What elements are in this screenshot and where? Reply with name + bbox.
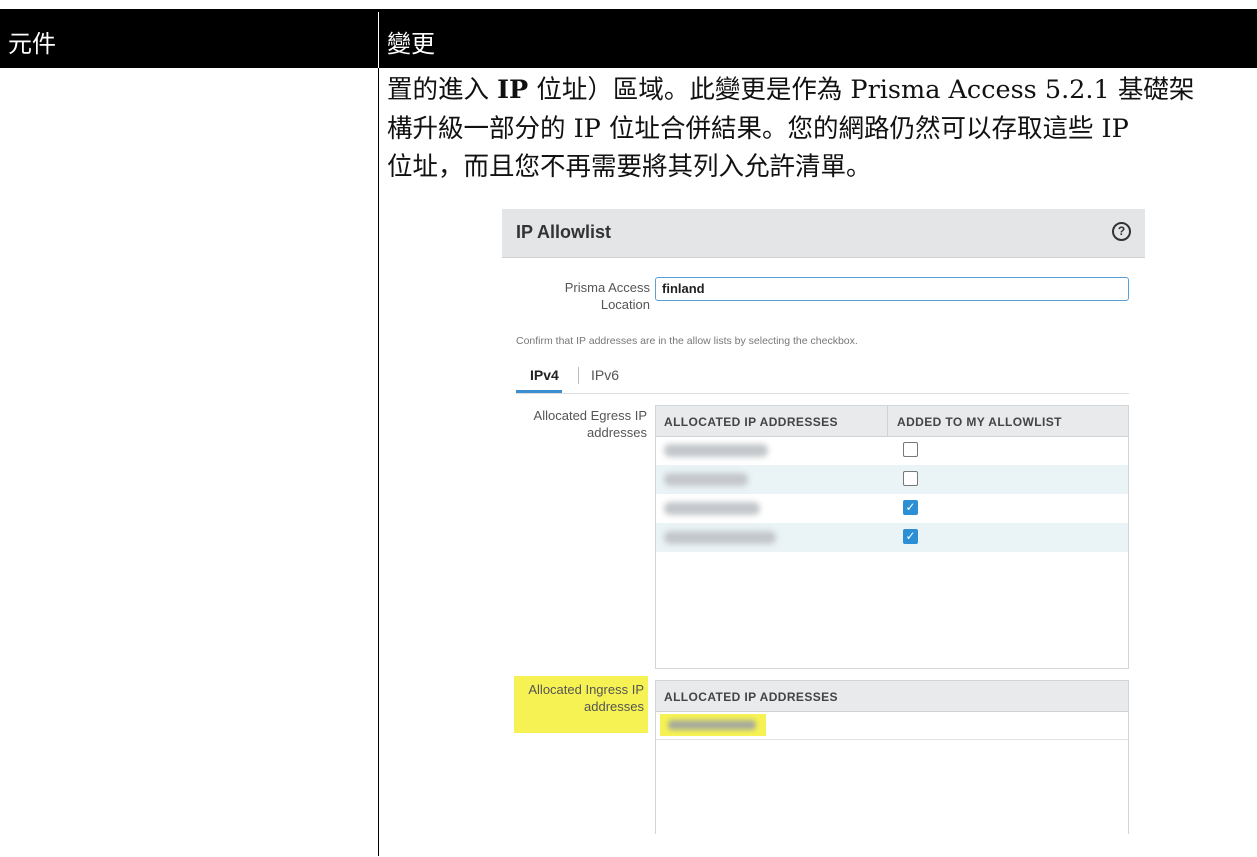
table-row (656, 711, 1128, 740)
table-row: ✓ (656, 494, 1128, 523)
tab-ipv6[interactable]: IPv6 (591, 367, 619, 383)
ip-version-tabs: IPv4 IPv6 (516, 359, 1129, 394)
dialog-title: IP Allowlist (516, 222, 612, 242)
table-header-row: 元件 變更 (0, 12, 1257, 68)
description-line-3: 位址，而且您不再需要將其列入允許清單。 (387, 152, 872, 182)
egress-label: Allocated Egress IP addresses (533, 408, 647, 440)
description-line-2: 構升級一部分的 IP 位址合併結果。您的網路仍然可以存取這些 IP (387, 113, 1129, 144)
allowlist-checkbox-checked[interactable]: ✓ (903, 529, 918, 544)
blurred-ip-address (668, 720, 756, 730)
description-line-1: 置的進入 IP 位址）區域。此變更是作為 Prisma Access 5.2.1… (387, 75, 1195, 105)
location-input[interactable]: finland (655, 277, 1129, 301)
egress-ip-table: ALLOCATED IP ADDRESSES ADDED TO MY ALLOW… (655, 405, 1129, 669)
header-component: 元件 (8, 30, 56, 58)
column-separator (887, 406, 888, 436)
header-change: 變更 (387, 30, 435, 58)
allowlist-checkbox[interactable] (903, 471, 918, 486)
column-allocated-ip: ALLOCATED IP ADDRESSES (664, 415, 838, 429)
confirm-instructions: Confirm that IP addresses are in the all… (516, 335, 858, 347)
egress-table-header: ALLOCATED IP ADDRESSES ADDED TO MY ALLOW… (656, 406, 1128, 437)
table-row: ✓ (656, 523, 1128, 552)
table-row (656, 436, 1128, 465)
ingress-label: Allocated Ingress IP addresses (528, 682, 644, 714)
active-tab-indicator (516, 390, 562, 393)
dialog-header: IP Allowlist ? (502, 209, 1145, 258)
blurred-ip-address (664, 444, 768, 457)
help-icon[interactable]: ? (1112, 222, 1131, 241)
header-divider (378, 12, 379, 68)
allowlist-checkbox-checked[interactable]: ✓ (903, 500, 918, 515)
table-row (656, 465, 1128, 494)
allowlist-checkbox[interactable] (903, 442, 918, 457)
ingress-table-header: ALLOCATED IP ADDRESSES (656, 681, 1128, 712)
location-label: Prisma Access Location (564, 280, 650, 312)
column-divider (378, 68, 379, 856)
tab-separator (578, 367, 579, 384)
column-added-to-allowlist: ADDED TO MY ALLOWLIST (897, 415, 1062, 429)
ip-allowlist-screenshot: IP Allowlist ? Prisma Access Location fi… (502, 209, 1145, 834)
blurred-ip-address (664, 502, 760, 515)
tab-ipv4[interactable]: IPv4 (530, 367, 559, 383)
blurred-ip-address (664, 473, 748, 486)
ingress-ip-table: ALLOCATED IP ADDRESSES (655, 680, 1129, 834)
ingress-label-highlight: Allocated Ingress IP addresses (514, 676, 648, 733)
change-description: 置的進入 IP 位址）區域。此變更是作為 Prisma Access 5.2.1… (387, 71, 1249, 187)
column-allocated-ip: ALLOCATED IP ADDRESSES (664, 690, 838, 704)
blurred-ip-address (664, 531, 776, 544)
